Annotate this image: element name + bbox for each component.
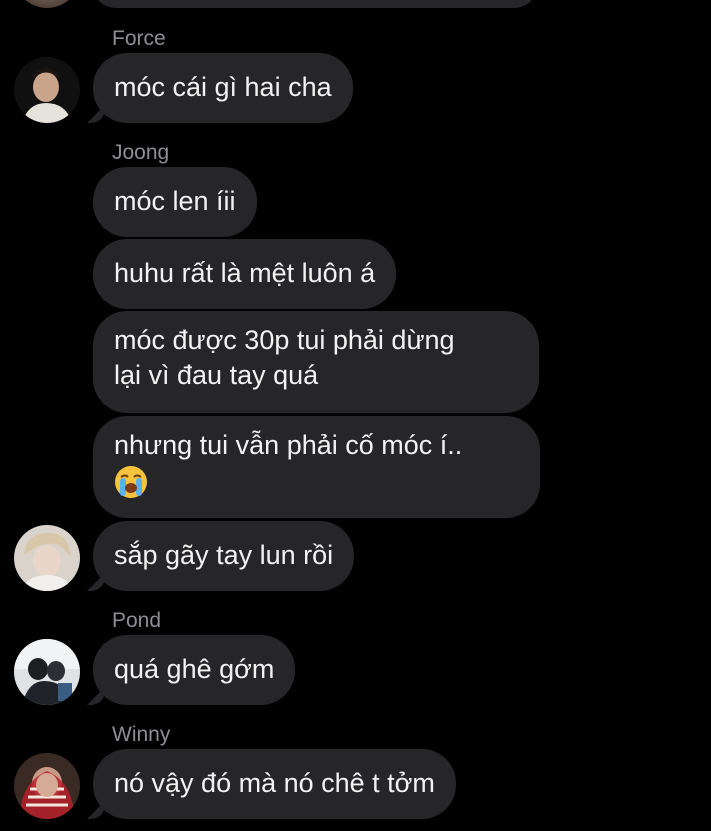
message-text: nhưng tui vẫn phải cố móc í..	[114, 430, 463, 460]
sender-name: Winny	[112, 723, 171, 746]
avatar-pond[interactable]	[14, 639, 80, 705]
message-text: móc len íii	[114, 186, 236, 216]
message-bubble[interactable]: sắp gãy tay lun rồi	[93, 521, 355, 591]
message-text: sắp gãy tay lun rồi	[114, 540, 334, 570]
message-bubble[interactable]: quá ghê gớm	[93, 635, 296, 705]
message-bubble[interactable]: nhưng tui vẫn phải cố móc í..	[93, 416, 540, 518]
chat-thread: Force móc cái gì hai cha Joong móc len í…	[0, 0, 711, 831]
message-text-line: móc được 30p tui phải dừng	[114, 325, 455, 355]
message-text: móc cái gì hai cha	[114, 72, 332, 102]
message-bubble[interactable]: huhu rất là mệt luôn á	[93, 239, 397, 309]
avatar-joong-photo-icon	[14, 525, 80, 591]
message-bubble[interactable]: móc len íii	[93, 167, 257, 237]
message-bubble[interactable]: móc được 30p tui phải dừng lại vì đau ta…	[93, 311, 539, 413]
previous-message-bubble[interactable]	[92, 0, 538, 8]
message-text: huhu rất là mệt luôn á	[114, 258, 376, 288]
sender-name: Force	[112, 27, 166, 50]
message-text-line: lại vì đau tay quá	[114, 360, 319, 390]
loudly-crying-face-icon	[115, 465, 147, 498]
avatar-force[interactable]	[14, 57, 80, 123]
sender-name: Pond	[112, 609, 162, 632]
message-text: nó vậy đó mà nó chê t tởm	[114, 768, 435, 798]
avatar-joong[interactable]	[14, 525, 80, 591]
avatar-force-photo-icon	[14, 57, 80, 123]
avatar-winny-photo-icon	[14, 753, 80, 819]
message-bubble[interactable]: móc cái gì hai cha	[93, 53, 353, 123]
avatar-top-partial[interactable]	[14, 0, 80, 8]
emoji-row	[114, 463, 519, 498]
avatar-winny[interactable]	[14, 753, 80, 819]
message-bubble[interactable]: nó vậy đó mà nó chê t tởm	[93, 749, 456, 819]
message-text: quá ghê gớm	[114, 654, 275, 684]
avatar-pond-photo-icon	[14, 639, 80, 705]
sender-name: Joong	[112, 141, 170, 164]
